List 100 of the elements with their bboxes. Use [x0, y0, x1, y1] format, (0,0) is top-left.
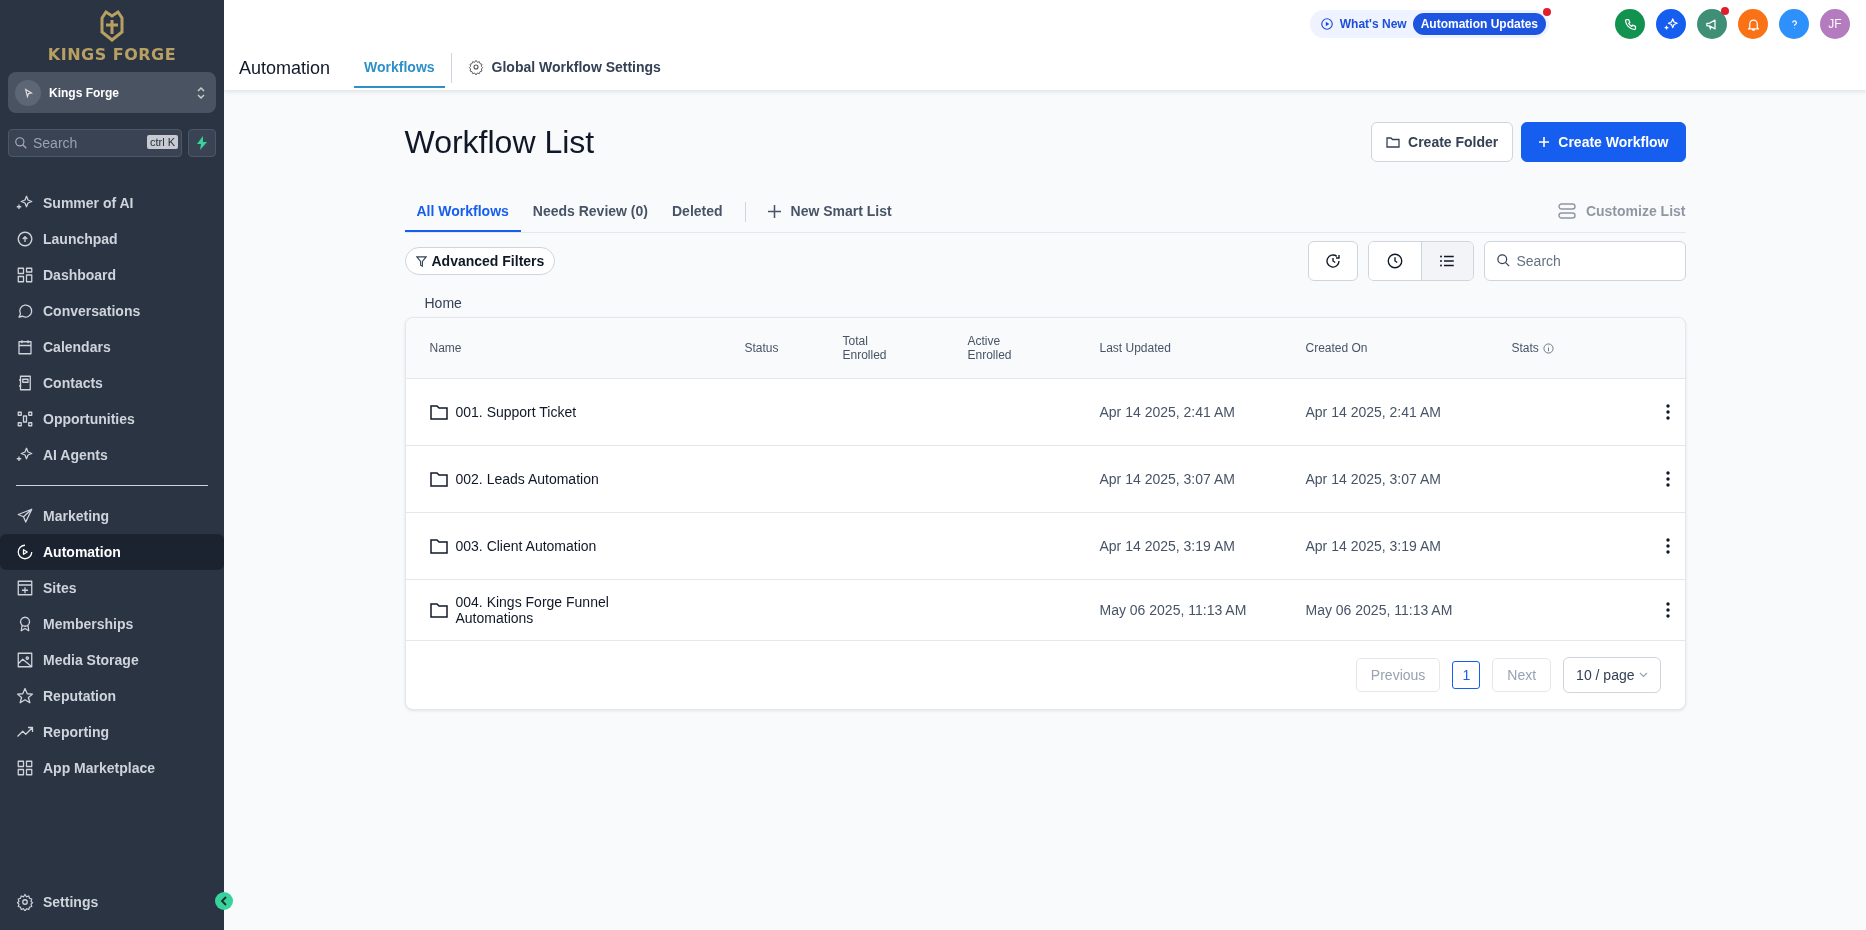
column-header: Total Enrolled	[841, 334, 888, 362]
plus-icon	[767, 204, 781, 218]
header-icon	[1663, 16, 1679, 32]
list-tab[interactable]: Needs Review (0)	[520, 192, 660, 232]
header-tab[interactable]: Global Workflow Settings	[457, 48, 671, 88]
nav-item[interactable]: Automation	[0, 534, 224, 570]
folder-name[interactable]: 001. Support Ticket	[455, 404, 577, 420]
chevron-down-icon	[1638, 672, 1648, 678]
history-icon	[1323, 252, 1342, 270]
nav-item[interactable]: Reporting	[0, 714, 224, 750]
account-switcher[interactable]: Kings Forge	[8, 72, 216, 113]
table-cell-text: May 06 2025, 11:13 AM	[1098, 602, 1248, 618]
create-workflow-button[interactable]: Create Workflow	[1521, 122, 1686, 162]
header-icon-button[interactable]	[1697, 9, 1727, 39]
folder-icon	[429, 538, 448, 554]
settings-item[interactable]: Settings	[0, 884, 210, 920]
plus-icon	[1538, 136, 1551, 148]
toggles-icon	[1557, 203, 1576, 219]
settings-icon	[16, 893, 34, 911]
cursor-icon	[15, 79, 41, 106]
nav-item[interactable]: App Marketplace	[0, 750, 224, 786]
table-cell-text: May 06 2025, 11:13 AM	[1304, 602, 1454, 618]
search-icon	[14, 136, 28, 150]
chevron-updown-icon	[196, 84, 206, 101]
history-button[interactable]	[1307, 241, 1358, 281]
chevron-left-icon	[220, 896, 228, 906]
nav-icon	[16, 579, 34, 597]
breadcrumb[interactable]: Home	[424, 295, 462, 311]
column-header: Stats	[1487, 341, 1628, 355]
account-name: Kings Forge	[49, 85, 120, 100]
collapse-button[interactable]	[215, 892, 233, 910]
nav-item[interactable]: Marketing	[0, 498, 224, 534]
header-icon-button[interactable]	[1738, 9, 1768, 39]
new-smart-list-button[interactable]: New Smart List	[755, 192, 904, 232]
nav-icon	[16, 374, 34, 392]
folder-icon	[1386, 136, 1401, 148]
create-folder-button[interactable]: Create Folder	[1371, 122, 1514, 162]
page-size-select[interactable]: 10 / page	[1563, 657, 1661, 693]
kebab-icon	[1666, 538, 1670, 554]
column-header: Name	[428, 341, 463, 355]
filter-icon	[415, 255, 427, 267]
shortcut-hint: ctrl K	[146, 135, 178, 149]
nav-icon	[16, 338, 34, 356]
folder-name[interactable]: 003. Client Automation	[455, 538, 597, 554]
folder-icon	[429, 404, 448, 420]
page-title: Workflow List	[404, 123, 595, 161]
column-header: Active Enrolled	[966, 334, 1013, 362]
nav-item[interactable]: Sites	[0, 570, 224, 606]
folder-name[interactable]: 004. Kings Forge Funnel Automations	[455, 594, 646, 626]
header-icon-button[interactable]	[1779, 9, 1809, 39]
nav-icon	[16, 687, 34, 705]
advanced-filters-button[interactable]: Advanced Filters	[404, 247, 556, 275]
whats-new-button[interactable]: What's New Automation Updates	[1309, 10, 1549, 38]
page-number[interactable]: 1	[1452, 661, 1481, 689]
header-icon-button[interactable]	[1615, 9, 1645, 39]
table-cell-text: Apr 14 2025, 2:41 AM	[1304, 404, 1442, 420]
nav-icon	[16, 446, 34, 464]
nav-item[interactable]: Memberships	[0, 606, 224, 642]
section-title: Automation	[239, 57, 331, 79]
nav-item[interactable]: Opportunities	[0, 401, 224, 437]
nav-icon	[16, 410, 34, 428]
table-cell-text: Apr 14 2025, 3:07 AM	[1098, 471, 1236, 487]
nav-icon	[16, 651, 34, 669]
nav-item[interactable]: Reputation	[0, 678, 224, 714]
nav-item[interactable]: AI Agents	[0, 437, 224, 473]
list-tab[interactable]: Deleted	[660, 192, 735, 232]
nav-item[interactable]: Conversations	[0, 293, 224, 329]
folder-icon	[429, 471, 448, 487]
nav-icon	[16, 230, 34, 248]
logo-text: KINGS FORGE	[47, 45, 177, 64]
folder-name[interactable]: 002. Leads Automation	[455, 471, 599, 487]
header-tab[interactable]: Workflows	[354, 48, 445, 88]
nav-item[interactable]: Contacts	[0, 365, 224, 401]
lightning-icon	[196, 136, 208, 150]
table-cell-text: Apr 14 2025, 2:41 AM	[1098, 404, 1236, 420]
table-cell-text: Apr 14 2025, 3:19 AM	[1304, 538, 1442, 554]
nav-icon	[16, 266, 34, 284]
nav-icon	[16, 543, 34, 561]
updates-badge: Automation Updates	[1412, 13, 1546, 35]
nav-item[interactable]: Calendars	[0, 329, 224, 365]
nav-icon	[16, 302, 34, 320]
list-view-button[interactable]	[1420, 242, 1473, 280]
header-icon	[1745, 16, 1761, 32]
nav-icon	[16, 507, 34, 525]
kebab-icon	[1666, 602, 1670, 618]
table-cell-text: Apr 14 2025, 3:19 AM	[1098, 538, 1236, 554]
nav-item[interactable]: Launchpad	[0, 221, 224, 257]
nav-item[interactable]: Summer of AI	[0, 185, 224, 221]
list-tab[interactable]: All Workflows	[404, 192, 521, 232]
nav-item[interactable]: Dashboard	[0, 257, 224, 293]
kebab-icon	[1666, 471, 1670, 487]
nav-icon	[16, 194, 34, 212]
header-icon-button[interactable]	[1656, 9, 1686, 39]
settings-icon	[467, 59, 484, 75]
column-header: Last Updated	[1098, 341, 1172, 355]
column-header: Status	[743, 341, 780, 355]
quick-action-button[interactable]	[188, 129, 216, 157]
info-icon	[1542, 342, 1554, 354]
clock-icon	[1385, 252, 1404, 270]
nav-item[interactable]: Media Storage	[0, 642, 224, 678]
